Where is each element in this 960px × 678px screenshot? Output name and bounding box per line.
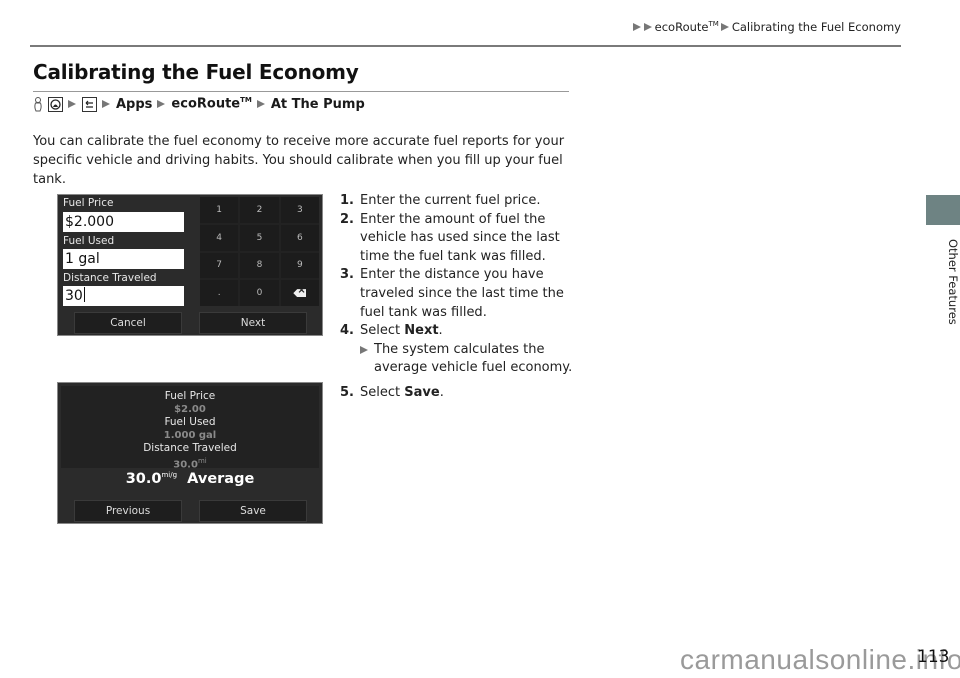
summary-distance-label: Distance Traveled xyxy=(143,442,237,454)
next-button[interactable]: Next xyxy=(199,312,307,334)
summary-fuel-used-value: 1.000 gal xyxy=(163,430,217,441)
key-4[interactable]: 4 xyxy=(200,224,239,251)
key-7[interactable]: 7 xyxy=(200,252,239,279)
summary-distance-value: 30.0mi xyxy=(173,457,207,471)
cancel-button[interactable]: Cancel xyxy=(74,312,182,334)
nav-item-at-the-pump: At The Pump xyxy=(270,96,365,112)
arrow-icon xyxy=(632,23,641,31)
nav-item-ecoroute: ecoRouteTM xyxy=(171,96,252,112)
fuel-price-label: Fuel Price xyxy=(63,197,114,209)
distance-input[interactable]: 30 xyxy=(63,286,184,306)
keypad: 1 2 3 4 5 6 7 8 9 . 0 xyxy=(200,197,319,306)
key-8[interactable]: 8 xyxy=(240,252,279,279)
summary-panel: Fuel Price $2.00 Fuel Used 1.000 gal Dis… xyxy=(61,386,319,471)
arrow-icon xyxy=(643,23,652,31)
text-caret xyxy=(83,287,85,302)
arrow-icon xyxy=(102,100,110,108)
nav-path: Apps ecoRouteTM At The Pump xyxy=(33,96,365,112)
arrow-icon xyxy=(157,100,166,108)
distance-label: Distance Traveled xyxy=(63,272,157,284)
step-3: 3. Enter the distance you have traveled … xyxy=(340,267,564,320)
section-tab-label: Other Features xyxy=(946,239,960,325)
step-1: 1. Enter the current fuel price. xyxy=(340,193,541,208)
fuel-used-input[interactable]: 1 gal xyxy=(63,249,184,269)
fuel-entry-screen: Fuel Price $2.000 Fuel Used 1 gal Distan… xyxy=(57,194,323,336)
key-5[interactable]: 5 xyxy=(240,224,279,251)
step-4: 4. Select Next. xyxy=(340,323,443,339)
fuel-summary-screen: Fuel Price $2.00 Fuel Used 1.000 gal Dis… xyxy=(57,382,323,524)
step-2: 2. Enter the amount of fuel the vehicle … xyxy=(340,211,560,264)
key-1[interactable]: 1 xyxy=(200,197,239,223)
arrow-icon xyxy=(68,100,76,108)
back-icon xyxy=(82,96,97,112)
steps-list: 1. Enter the current fuel price. 2. Ente… xyxy=(340,192,580,403)
key-9[interactable]: 9 xyxy=(280,252,319,279)
fuel-used-label: Fuel Used xyxy=(63,235,115,247)
breadcrumb-page: Calibrating the Fuel Economy xyxy=(731,20,901,34)
backspace-icon xyxy=(293,289,307,298)
section-tab xyxy=(926,195,960,225)
voice-icon xyxy=(33,96,43,112)
title-rule xyxy=(33,91,569,92)
home-icon xyxy=(48,96,63,112)
arrow-icon xyxy=(256,100,265,108)
nav-item-apps: Apps xyxy=(116,96,153,112)
summary-fuel-price-value: $2.00 xyxy=(174,404,206,415)
save-button[interactable]: Save xyxy=(199,500,307,522)
previous-button[interactable]: Previous xyxy=(74,500,182,522)
page-number: 113 xyxy=(917,647,950,667)
breadcrumb-section: ecoRouteTM xyxy=(654,20,719,34)
arrow-icon xyxy=(360,345,368,354)
header-rule xyxy=(30,45,901,47)
key-3[interactable]: 3 xyxy=(280,197,319,223)
key-backspace[interactable] xyxy=(280,280,319,306)
summary-fuel-used-label: Fuel Used xyxy=(164,416,216,428)
key-0[interactable]: 0 xyxy=(240,280,279,306)
step-5: 5. Select Save. xyxy=(340,384,444,400)
intro-paragraph: You can calibrate the fuel economy to re… xyxy=(33,134,565,187)
key-decimal[interactable]: . xyxy=(200,280,239,306)
average-economy: 30.0mi/g Average xyxy=(125,471,255,487)
key-6[interactable]: 6 xyxy=(280,224,319,251)
key-2[interactable]: 2 xyxy=(240,197,279,223)
arrow-icon xyxy=(720,23,729,31)
step-4-result: The system calculates the average vehicl… xyxy=(340,341,580,378)
running-header: ecoRouteTM Calibrating the Fuel Economy xyxy=(632,20,901,34)
summary-fuel-price-label: Fuel Price xyxy=(164,390,216,402)
fuel-price-input[interactable]: $2.000 xyxy=(63,212,184,232)
page-title: Calibrating the Fuel Economy xyxy=(33,60,359,84)
